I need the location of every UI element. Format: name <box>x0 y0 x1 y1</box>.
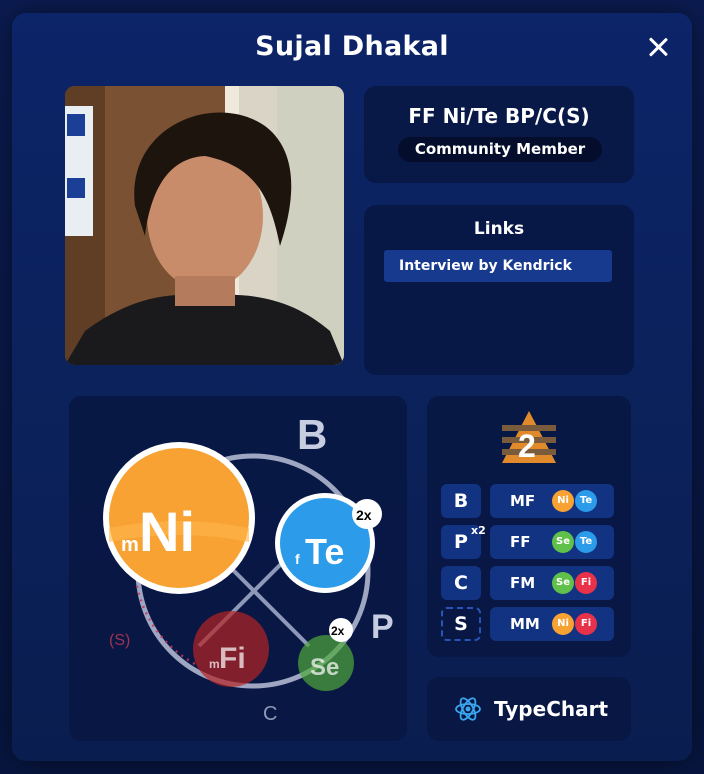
function-dot: Te <box>575 490 597 512</box>
link-item[interactable]: Interview by Kendrick <box>384 250 612 282</box>
function-dot: Te <box>575 531 597 553</box>
stat-pill-label: MM <box>510 615 540 633</box>
typechart-brand[interactable]: TypeChart <box>427 677 631 741</box>
function-dot: Fi <box>575 572 597 594</box>
function-dot: Ni <box>552 490 574 512</box>
links-card: Links Interview by Kendrick <box>364 205 634 375</box>
stat-letter: S <box>441 607 481 641</box>
type-code: FF Ni/Te BP/C(S) <box>408 104 590 128</box>
fn-se-name: Se <box>310 654 339 681</box>
stat-letter: C <box>441 566 481 600</box>
close-icon[interactable] <box>646 35 670 59</box>
fn-ni-name: Ni <box>139 500 195 563</box>
chart-label-c: C <box>263 703 277 725</box>
profile-photo <box>65 86 344 365</box>
fn-te-prefix: f <box>295 551 300 567</box>
links-title: Links <box>473 219 525 239</box>
level-number: 2 <box>518 428 536 464</box>
type-chart: B P C (S) m Ni f Te 2x m Fi Se 2x <box>69 396 407 741</box>
brand-label: TypeChart <box>494 697 609 721</box>
pyramid-icon: 2 <box>502 411 556 464</box>
chart-label-b: B <box>297 411 327 458</box>
profile-modal: Sujal Dhakal FF Ni/Te BP/C(S) Community … <box>12 13 692 761</box>
stat-pill: MM Ni Fi <box>490 607 614 641</box>
function-dot: Se <box>552 531 574 553</box>
stat-multiplier: x2 <box>471 524 486 537</box>
stat-letter: B <box>441 484 481 518</box>
stat-pill: FF Se Te <box>490 525 614 559</box>
fn-ni-prefix: m <box>121 534 139 556</box>
profile-name: Sujal Dhakal <box>255 31 449 62</box>
function-dot: Se <box>552 572 574 594</box>
stat-pill: FM Se Fi <box>490 566 614 600</box>
function-dot: Ni <box>552 613 574 635</box>
function-dot: Fi <box>575 613 597 635</box>
stat-pill: MF Ni Te <box>490 484 614 518</box>
fn-se-badge: 2x <box>331 624 345 638</box>
stats-card: 2 B MF Ni Te Px2 FF Se Te C FM Se Fi S MM Ni Fi <box>427 396 631 657</box>
role-badge: Community Member <box>398 137 602 162</box>
type-card: FF Ni/Te BP/C(S) Community Member <box>364 86 634 183</box>
stat-pill-label: FF <box>510 533 531 551</box>
fn-te-badge: 2x <box>356 507 372 523</box>
stat-pill-label: FM <box>510 574 536 592</box>
chart-label-s: (S) <box>109 632 130 649</box>
stat-pill-label: MF <box>510 492 536 510</box>
chart-label-p: P <box>371 608 394 646</box>
fn-fi-name: Fi <box>219 642 246 675</box>
fn-te-name: Te <box>305 531 344 572</box>
atom-icon <box>455 697 481 721</box>
